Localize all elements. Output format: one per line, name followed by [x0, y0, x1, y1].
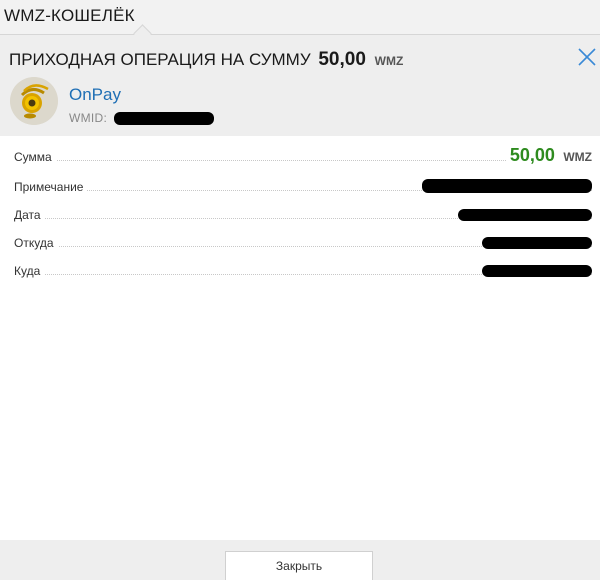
from-redaction — [482, 237, 592, 249]
detail-row-note: Примечание — [14, 176, 592, 196]
detail-row-from: Откуда — [14, 232, 592, 252]
operation-title-prefix: ПРИХОДНАЯ ОПЕРАЦИЯ НА СУММУ — [9, 50, 311, 69]
sum-label: Сумма — [14, 150, 56, 164]
operation-amount: 50,00 — [318, 49, 366, 70]
note-label: Примечание — [14, 180, 88, 194]
onpay-logo-icon — [10, 77, 58, 125]
sum-value: 50,00 WMZ — [505, 145, 592, 166]
note-redaction — [422, 179, 592, 193]
detail-row-date: Дата — [14, 204, 592, 224]
sum-amount: 50,00 — [509, 145, 555, 165]
to-label: Куда — [14, 264, 45, 278]
merchant-name-link[interactable]: OnPay — [69, 85, 121, 105]
wmid-redaction — [114, 112, 214, 125]
to-redaction — [482, 265, 592, 277]
close-icon[interactable] — [576, 46, 598, 68]
wallet-title[interactable]: WMZ-КОШЕЛЁК — [4, 6, 135, 26]
merchant-wmid-label: WMID: — [69, 111, 108, 125]
operation-header: ПРИХОДНАЯ ОПЕРАЦИЯ НА СУММУ 50,00 WMZ On… — [0, 35, 600, 136]
sum-currency: WMZ — [563, 150, 592, 164]
close-button[interactable]: Закрыть — [225, 551, 373, 580]
merchant-avatar — [10, 77, 58, 125]
detail-row-sum: Сумма 50,00 WMZ — [14, 145, 592, 166]
dialog-footer: Закрыть — [0, 540, 600, 580]
date-label: Дата — [14, 208, 45, 222]
from-label: Откуда — [14, 236, 58, 250]
date-redaction — [458, 209, 592, 221]
operation-title: ПРИХОДНАЯ ОПЕРАЦИЯ НА СУММУ 50,00 WMZ — [9, 49, 403, 71]
wallet-tab-bar: WMZ-КОШЕЛЁК — [0, 0, 600, 43]
operation-currency: WMZ — [374, 54, 404, 68]
detail-row-to: Куда — [14, 260, 592, 280]
